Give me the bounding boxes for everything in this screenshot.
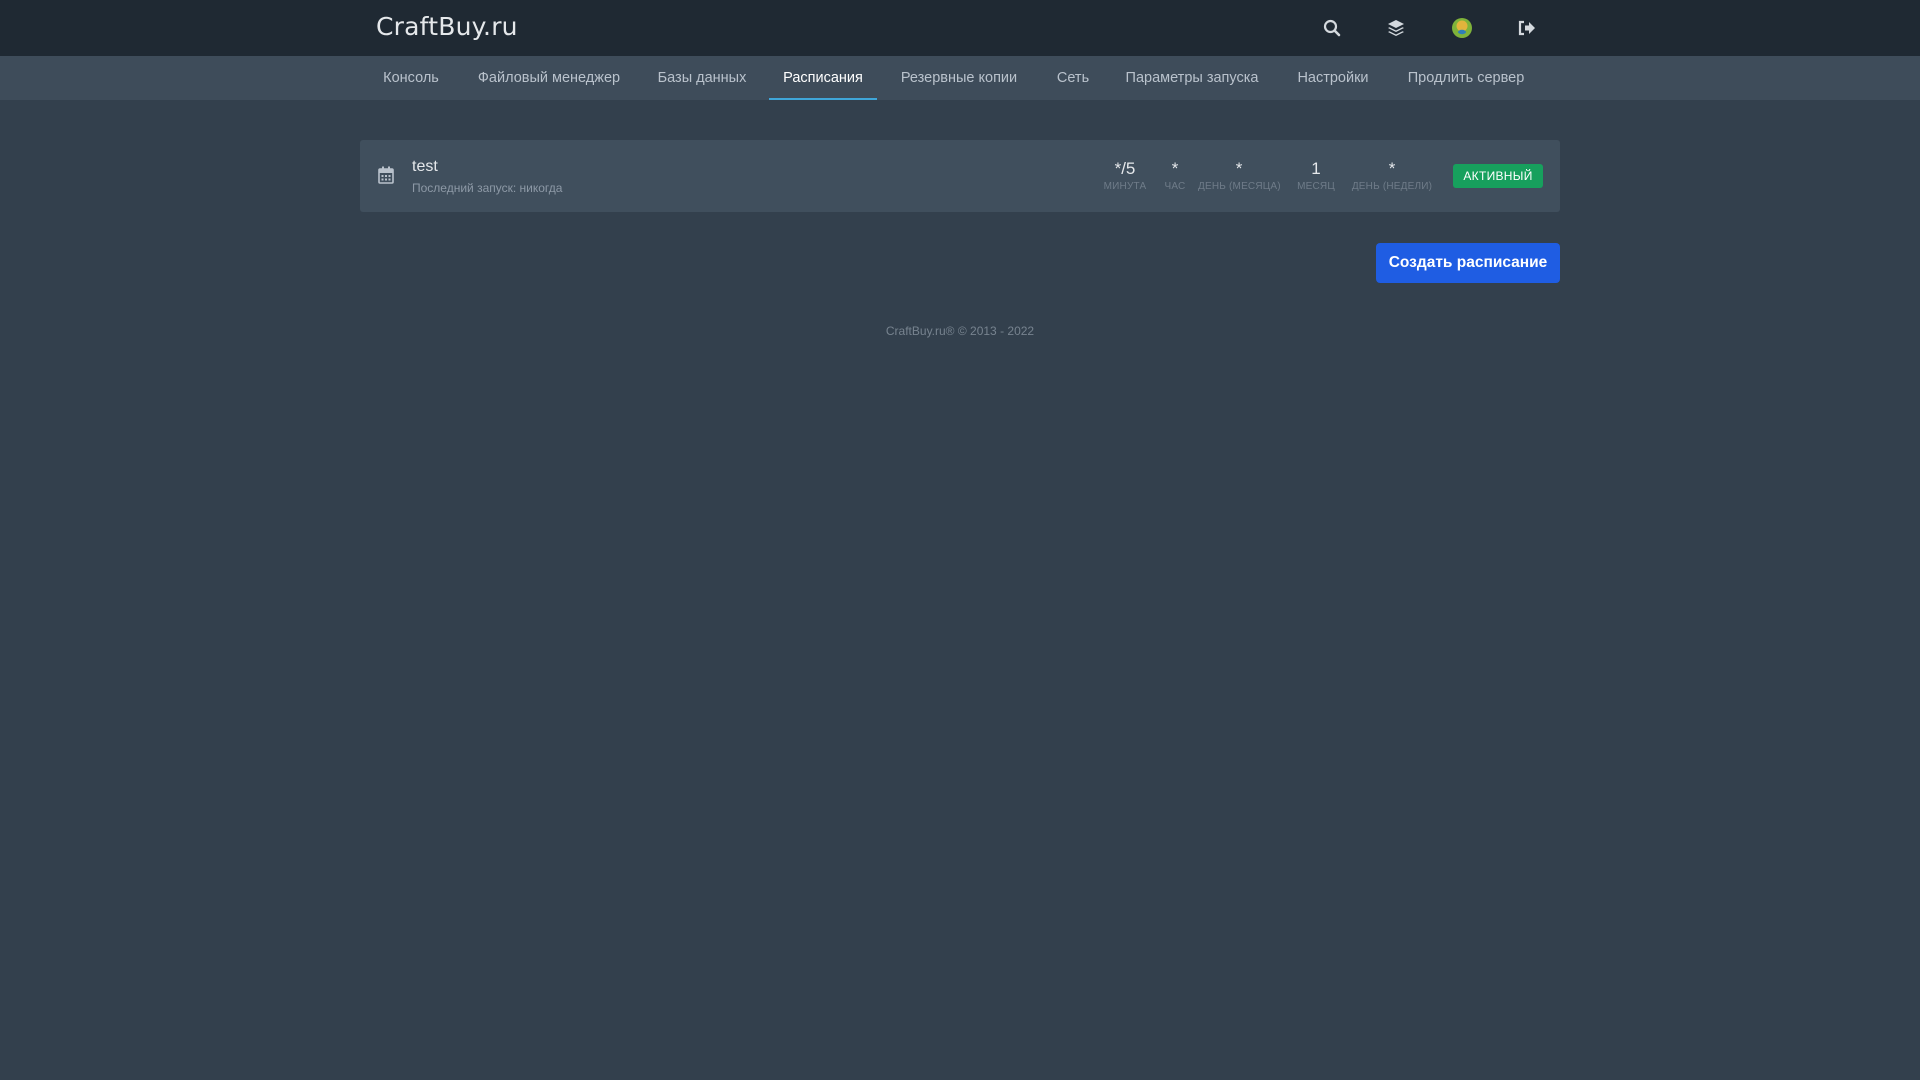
search-icon[interactable] [1318,14,1346,42]
tab-schedules[interactable]: Расписания [769,56,877,100]
cron-month: 1 МЕСЯЦ [1290,159,1342,193]
schedule-name: test [412,158,438,175]
cron-minute: */5 МИНУТА [1100,159,1150,193]
tab-settings[interactable]: Настройки [1290,56,1376,100]
status-badge: АКТИВНЫЙ [1453,164,1543,188]
logout-icon[interactable] [1513,14,1541,42]
layers-icon[interactable] [1382,14,1410,42]
tab-console[interactable]: Консоль [376,56,446,100]
avatar[interactable] [1448,14,1476,42]
schedule-row[interactable]: test Последний запуск: никогда */5 МИНУТ… [360,140,1560,212]
cron-day-of-month-label: ДЕНЬ (МЕСЯЦА) [1198,181,1281,192]
tab-databases[interactable]: Базы данных [652,56,752,100]
cron-day-of-week-label: ДЕНЬ (НЕДЕЛИ) [1351,181,1433,192]
tab-file-manager[interactable]: Файловый менеджер [470,56,628,100]
cron-month-value: 1 [1311,159,1321,178]
footer-copyright: CraftBuy.ru® © 2013 - 2022 [885,324,1035,338]
brand-logo[interactable]: CraftBuy.ru [376,12,518,41]
server-nav: Консоль Файловый менеджер Базы данных Ра… [0,56,1920,100]
cron-hour: * ЧАС [1158,159,1192,193]
cron-day-of-week-value: * [1388,159,1396,178]
schedule-last-run: Последний запуск: никогда [412,181,563,195]
calendar-icon [378,166,396,186]
cron-minute-value: */5 [1114,159,1136,178]
cron-day-of-month-value: * [1235,159,1243,178]
cron-month-label: МЕСЯЦ [1297,181,1335,192]
cron-hour-value: * [1171,159,1179,178]
cron-day-of-month: * ДЕНЬ (МЕСЯЦА) [1198,159,1281,193]
cron-hour-label: ЧАС [1164,181,1186,192]
tab-renew-server[interactable]: Продлить сервер [1400,56,1532,100]
cron-minute-label: МИНУТА [1103,181,1147,192]
tab-backups[interactable]: Резервные копии [894,56,1024,100]
cron-day-of-week: * ДЕНЬ (НЕДЕЛИ) [1346,159,1438,193]
top-header: CraftBuy.ru [0,0,1920,56]
create-schedule-button[interactable]: Создать расписание [1376,243,1560,283]
tab-network[interactable]: Сеть [1048,56,1098,100]
tab-startup[interactable]: Параметры запуска [1120,56,1264,100]
